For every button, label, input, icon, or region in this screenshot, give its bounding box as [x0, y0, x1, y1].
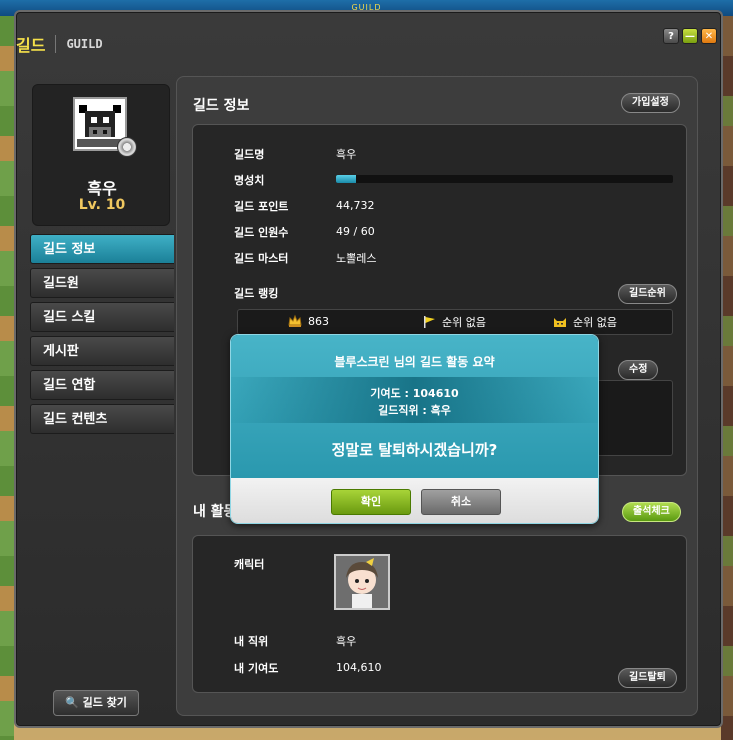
guild-menu: 길드 정보 길드원 길드 스킬 게시판 길드 연합 길드 컨텐츠 — [30, 234, 174, 438]
edit-notice-button[interactable]: 수정 — [618, 360, 659, 380]
my-contribution-label: 내 기여도 — [234, 662, 279, 675]
guild-ranking-label: 길드 랭킹 — [234, 287, 279, 300]
guild-name-label: 길드명 — [234, 148, 265, 161]
search-icon: 🔍 — [65, 696, 79, 709]
cancel-button[interactable]: 취소 — [421, 489, 501, 515]
cat-icon — [554, 318, 566, 327]
attendance-check-button[interactable]: 출석체크 — [622, 502, 681, 522]
crown-icon — [288, 314, 302, 327]
find-guild-button[interactable]: 🔍 길드 찾기 — [53, 690, 139, 716]
flag-icon — [424, 316, 435, 328]
dialog-question: 정말로 탈퇴하시겠습니까? — [331, 441, 498, 459]
fame-progress-fill — [336, 175, 357, 183]
menu-item-contents[interactable]: 길드 컨텐츠 — [30, 404, 174, 434]
close-button[interactable]: ✕ — [701, 28, 717, 44]
minimize-button[interactable]: — — [682, 28, 698, 44]
title-divider — [55, 35, 57, 53]
help-button[interactable]: ? — [663, 28, 679, 44]
ranking-strip: 863 순위 없음 순위 없음 — [237, 309, 673, 335]
guild-master-label: 길드 마스터 — [234, 252, 289, 265]
ranking-flag: 순위 없음 — [422, 314, 486, 330]
guild-points-label: 길드 포인트 — [234, 200, 289, 213]
find-guild-label: 길드 찾기 — [82, 696, 127, 709]
my-position-value: 흑우 — [336, 635, 357, 648]
dialog-title: 블루스크린 님의 길드 활동 요약 — [334, 355, 495, 369]
ranking-cat: 순위 없음 — [553, 314, 617, 330]
title-english: GUILD — [66, 37, 103, 51]
ranking-flag-value: 순위 없음 — [442, 316, 486, 329]
dialog-footer — [231, 478, 598, 523]
guild-info-title: 길드 정보 — [193, 98, 250, 114]
guild-ranking-button[interactable]: 길드순위 — [618, 284, 677, 304]
fame-label: 명성치 — [234, 174, 265, 187]
my-contribution-value: 104,610 — [336, 661, 382, 674]
menu-item-board[interactable]: 게시판 — [30, 336, 174, 366]
menu-item-guild-info[interactable]: 길드 정보 — [30, 234, 174, 264]
guild-points-value: 44,732 — [336, 199, 375, 212]
member-count-value: 49 / 60 — [336, 225, 375, 238]
fame-progress-bar — [336, 175, 673, 183]
member-count-label: 길드 인원수 — [234, 226, 289, 239]
dialog-position: 길드직위 : 흑우 — [378, 404, 451, 417]
menu-item-alliance[interactable]: 길드 연합 — [30, 370, 174, 400]
background-left — [0, 16, 14, 740]
guild-profile-card: 흑우 Lv. 10 — [32, 84, 170, 226]
guild-level: Lv. 10 — [78, 197, 126, 213]
dialog-contribution: 기여도 : 104610 — [370, 387, 459, 400]
window-controls: ? — ✕ — [663, 28, 717, 44]
guild-master-value: 노뽈레스 — [336, 252, 377, 265]
guild-name: 흑우 — [87, 179, 117, 198]
menu-item-skills[interactable]: 길드 스킬 — [30, 302, 174, 332]
confirm-button[interactable]: 확인 — [331, 489, 411, 515]
ranking-crown-value: 863 — [308, 314, 329, 328]
leave-guild-button[interactable]: 길드탈퇴 — [618, 668, 677, 688]
emblem-settings-gear-icon[interactable] — [117, 137, 137, 157]
title-korean: 길드 — [16, 36, 46, 55]
guild-name-value: 흑우 — [336, 148, 357, 161]
my-position-label: 내 직위 — [234, 635, 269, 648]
join-settings-button[interactable]: 가입설정 — [621, 93, 680, 113]
leave-confirm-dialog: 블루스크린 님의 길드 활동 요약 기여도 : 104610 길드직위 : 흑우… — [230, 334, 599, 524]
ranking-crown: 863 — [288, 314, 329, 328]
window-title: 길드 GUILD — [16, 32, 103, 56]
character-avatar — [334, 554, 390, 610]
character-label: 캐릭터 — [234, 558, 265, 571]
menu-item-members[interactable]: 길드원 — [30, 268, 174, 298]
ranking-cat-value: 순위 없음 — [573, 316, 617, 329]
